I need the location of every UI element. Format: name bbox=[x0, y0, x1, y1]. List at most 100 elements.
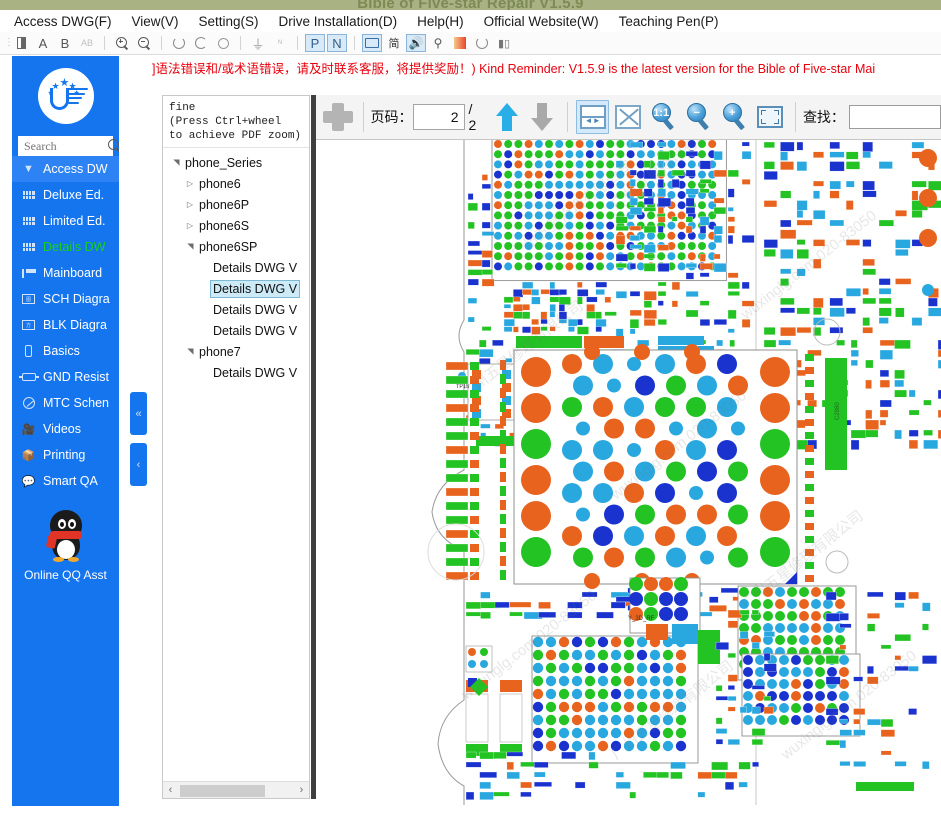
toolbar-separator bbox=[297, 36, 298, 50]
zoom-in-icon[interactable] bbox=[112, 34, 132, 52]
collapse-panel-button[interactable]: ‹ bbox=[130, 443, 147, 486]
menu-item-help[interactable]: Help(H) bbox=[407, 14, 474, 29]
zoom-out-icon[interactable] bbox=[134, 34, 154, 52]
menu-item-view[interactable]: View(V) bbox=[122, 14, 189, 29]
search-input[interactable] bbox=[22, 137, 109, 155]
circle-icon[interactable] bbox=[213, 34, 233, 52]
sidebar-item-sch-diagram[interactable]: 图 SCH Diagra bbox=[12, 286, 119, 312]
ground-icon[interactable]: ⏚ bbox=[248, 34, 268, 52]
page-number-input[interactable] bbox=[412, 104, 465, 130]
user-icon[interactable]: ⚲ bbox=[428, 34, 448, 52]
previous-page-button[interactable] bbox=[490, 100, 524, 134]
pdf-toolbar-separator bbox=[362, 102, 364, 132]
sidebar-item-label: GND Resist bbox=[43, 370, 109, 384]
page-layout-icon[interactable] bbox=[11, 34, 31, 52]
sidebar-item-label: Mainboard bbox=[43, 266, 103, 280]
color-gradient-icon[interactable] bbox=[450, 34, 470, 52]
menu-item-official-website[interactable]: Official Website(W) bbox=[474, 14, 609, 29]
tree-node[interactable]: ◢ phone_Series bbox=[163, 152, 309, 173]
find-input[interactable] bbox=[848, 105, 941, 129]
fit-page-button[interactable] bbox=[611, 100, 645, 134]
qq-avatar-container[interactable] bbox=[12, 510, 119, 562]
boardview-diagram: U0900L2870L2868TP15C2880Y_3D_RF广州五星修理有限公… bbox=[427, 140, 941, 813]
sidebar-item-smart-qa[interactable]: 💬 Smart QA bbox=[12, 468, 119, 494]
tree-list[interactable]: ◢ phone_Series ▷ phone6 ▷ phone6P ▷ phone6S ◢ pho… bbox=[163, 148, 309, 781]
text-ab-icon[interactable]: AB bbox=[77, 34, 97, 52]
actual-size-button[interactable]: 1:1 bbox=[647, 100, 681, 134]
sidebar-item-basics[interactable]: Basics bbox=[12, 338, 119, 364]
tree-node[interactable]: Details DWG V bbox=[163, 299, 309, 320]
tree-node[interactable]: Details DWG V bbox=[163, 257, 309, 278]
chat-icon: 💬 bbox=[21, 475, 36, 488]
tree-node[interactable]: ▷ phone6S bbox=[163, 215, 309, 236]
logo-wing bbox=[67, 88, 88, 106]
tree-node[interactable]: ◢ phone6SP bbox=[163, 236, 309, 257]
sidebar-item-gnd-resist[interactable]: GND Resist bbox=[12, 364, 119, 390]
logo-shape bbox=[49, 88, 69, 110]
zoom-out-label: − bbox=[693, 106, 700, 119]
fit-width-button[interactable]: ◄ ► bbox=[575, 100, 610, 134]
sidebar-item-label: SCH Diagra bbox=[43, 292, 110, 306]
p-mode-button[interactable]: P bbox=[305, 34, 325, 52]
menu-item-setting[interactable]: Setting(S) bbox=[189, 14, 269, 29]
chart-icon[interactable]: ▮▯ bbox=[494, 34, 514, 52]
sidebar-item-label: Printing bbox=[43, 448, 86, 462]
tree-node[interactable]: Details DWG V bbox=[163, 320, 309, 341]
scrollbar-track[interactable] bbox=[178, 783, 294, 797]
menu-item-drive-installation[interactable]: Drive Installation(D) bbox=[269, 14, 408, 29]
twisty-open-icon[interactable]: ◢ bbox=[186, 240, 195, 254]
print-icon[interactable] bbox=[321, 100, 355, 134]
simplified-chinese-button[interactable]: 简 bbox=[384, 34, 404, 52]
n-mode-button[interactable]: N bbox=[327, 34, 347, 52]
collapse-sidebar-button[interactable]: « bbox=[130, 392, 147, 435]
twisty-open-icon[interactable]: ◢ bbox=[172, 156, 181, 170]
tree-node[interactable]: Details DWG V bbox=[163, 278, 309, 299]
tree-node-label: phone6S bbox=[199, 218, 250, 233]
sidebar-item-label: Deluxe Ed. bbox=[43, 188, 105, 202]
scroll-right-icon[interactable]: › bbox=[294, 784, 309, 796]
sidebar-item-access-dwg[interactable]: ▼ Access DW bbox=[12, 156, 119, 182]
tree-node[interactable]: ▷ phone6 bbox=[163, 173, 309, 194]
tree-node[interactable]: Details DWG V bbox=[163, 362, 309, 383]
sidebar-item-label: Smart QA bbox=[43, 474, 98, 488]
screen-icon[interactable] bbox=[362, 34, 382, 52]
svg-text:Y_3D_RF: Y_3D_RF bbox=[628, 616, 655, 622]
scroll-left-icon[interactable]: ‹ bbox=[163, 784, 178, 796]
menu-item-access-dwg[interactable]: Access DWG(F) bbox=[4, 14, 122, 29]
qq-penguin-icon[interactable] bbox=[43, 510, 89, 562]
toolbar-grip[interactable]: ⋮ bbox=[4, 38, 14, 48]
rotate-right-icon[interactable] bbox=[191, 34, 211, 52]
sidebar-item-mainboard[interactable]: Mainboard bbox=[12, 260, 119, 286]
tree-node[interactable]: ◢ phone7 bbox=[163, 341, 309, 362]
sidebar-item-mtc-schematic[interactable]: MTC Schen bbox=[12, 390, 119, 416]
scrollbar-thumb[interactable] bbox=[180, 784, 265, 797]
text-b-icon[interactable]: B bbox=[55, 34, 75, 52]
twisty-closed-icon[interactable]: ▷ bbox=[183, 179, 197, 188]
fullscreen-button[interactable] bbox=[753, 100, 787, 134]
zoom-out-button[interactable]: − bbox=[682, 100, 716, 134]
twisty-open-icon[interactable]: ◢ bbox=[186, 345, 195, 359]
tree-node-label: phone6P bbox=[199, 197, 250, 212]
sidebar-item-deluxe-ed[interactable]: Deluxe Ed. bbox=[12, 182, 119, 208]
tree-node[interactable]: ▷ phone6P bbox=[163, 194, 309, 215]
next-page-button[interactable] bbox=[525, 100, 559, 134]
refresh-icon[interactable] bbox=[472, 34, 492, 52]
sound-icon[interactable]: 🔊 bbox=[406, 34, 426, 52]
measure-icon[interactable]: ᴺ bbox=[270, 34, 290, 52]
menu-item-teaching-pen[interactable]: Teaching Pen(P) bbox=[609, 14, 729, 29]
sidebar-item-label: Details DW bbox=[43, 240, 106, 254]
pdf-viewer[interactable]: U0900L2870L2868TP15C2880Y_3D_RF广州五星修理有限公… bbox=[316, 140, 941, 813]
twisty-closed-icon[interactable]: ▷ bbox=[183, 200, 197, 209]
rotate-left-icon[interactable] bbox=[169, 34, 189, 52]
tree-horizontal-scrollbar[interactable]: ‹ › bbox=[163, 781, 309, 798]
sidebar-item-printing[interactable]: 📦 Printing bbox=[12, 442, 119, 468]
twisty-closed-icon[interactable]: ▷ bbox=[183, 221, 197, 230]
sidebar-item-limited-ed[interactable]: Limited Ed. bbox=[12, 208, 119, 234]
search-box[interactable] bbox=[18, 136, 113, 156]
sidebar-item-blk-diagram[interactable]: 方 BLK Diagra bbox=[12, 312, 119, 338]
zoom-in-button[interactable]: + bbox=[718, 100, 752, 134]
pdf-page-canvas[interactable]: U0900L2870L2868TP15C2880Y_3D_RF广州五星修理有限公… bbox=[316, 140, 941, 813]
sidebar-item-videos[interactable]: 🎥 Videos bbox=[12, 416, 119, 442]
sidebar-item-details-dwg[interactable]: Details DW bbox=[12, 234, 119, 260]
text-a-icon[interactable]: A bbox=[33, 34, 53, 52]
